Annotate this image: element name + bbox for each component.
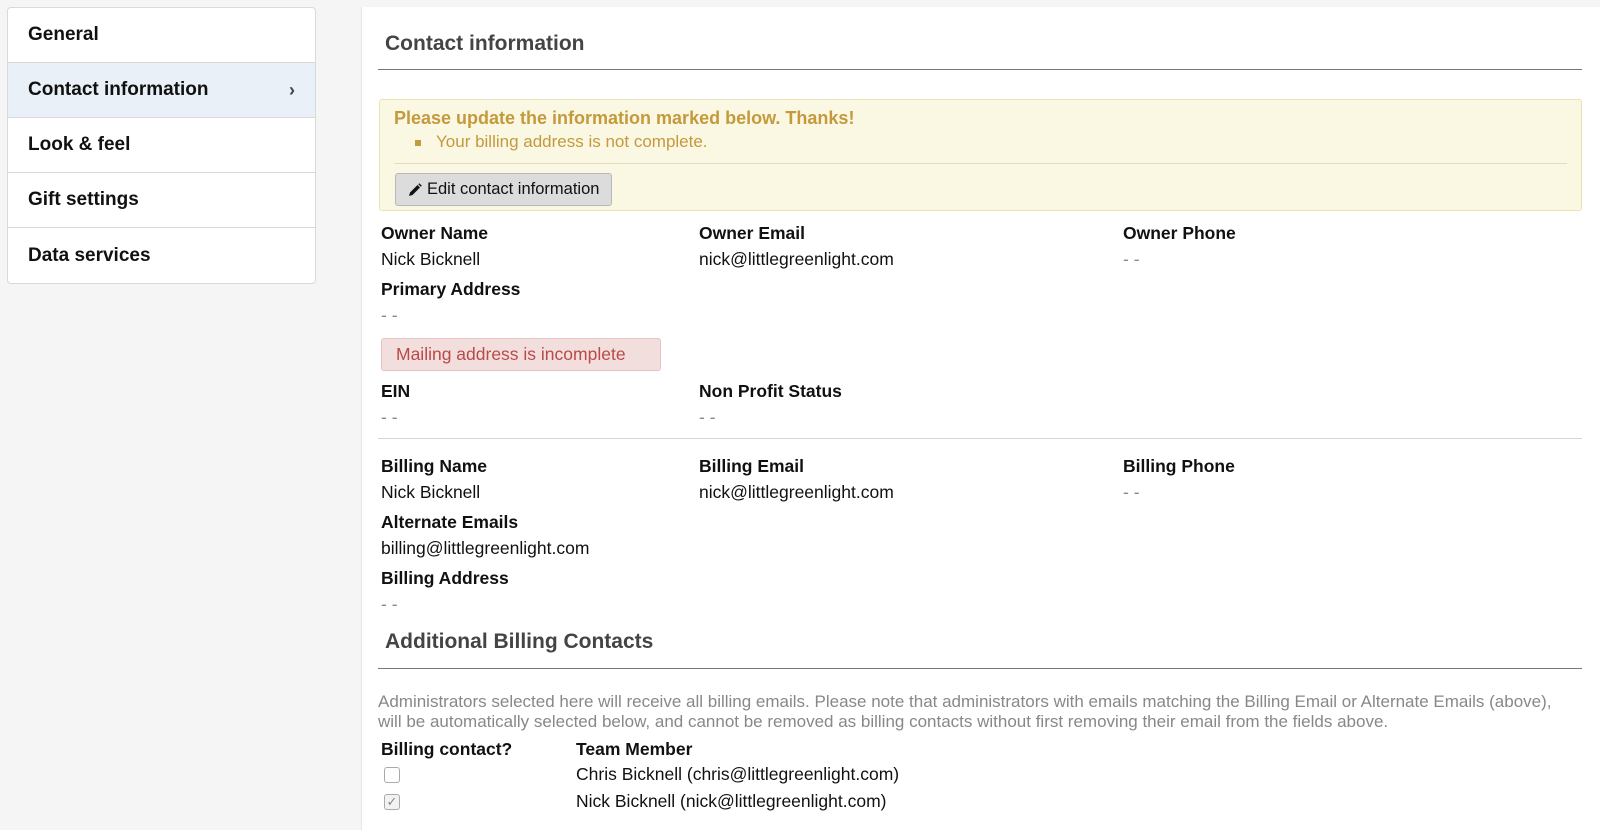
nonprofit-status-value: - - — [699, 407, 716, 427]
edit-contact-information-button[interactable]: Edit contact information — [395, 173, 613, 206]
ein-label: EIN — [381, 381, 411, 401]
billing-name-label: Billing Name — [381, 456, 487, 476]
sidebar-item-look-and-feel[interactable]: Look & feel — [8, 118, 315, 173]
additional-billing-contacts-title: Additional Billing Contacts — [385, 630, 654, 653]
billing-email-value: nick@littlegreenlight.com — [699, 482, 894, 502]
chevron-right-icon: › — [289, 79, 295, 100]
owner-email-value: nick@littlegreenlight.com — [699, 249, 894, 269]
warning-alert: Please update the information marked bel… — [379, 99, 1582, 211]
billing-phone-value: - - — [1123, 482, 1140, 502]
section-divider — [378, 438, 1582, 439]
alternate-emails-value: billing@littlegreenlight.com — [381, 538, 590, 558]
pencil-icon — [409, 182, 422, 196]
billing-contact-column-header: Billing contact? — [381, 739, 513, 759]
owner-email-label: Owner Email — [699, 223, 806, 243]
billing-contacts-description: Administrators selected here will receiv… — [378, 692, 1552, 731]
additional-divider — [378, 668, 1582, 669]
sidebar-item-label: Gift settings — [28, 189, 139, 210]
owner-phone-value: - - — [1123, 249, 1140, 269]
sidebar-item-data-services[interactable]: Data services — [8, 228, 315, 283]
page-title: Contact information — [385, 32, 585, 55]
settings-sidebar: General Contact information › Look & fee… — [7, 7, 316, 284]
billing-phone-label: Billing Phone — [1123, 456, 1235, 476]
edit-button-label: Edit contact information — [427, 180, 600, 198]
billing-contact-checkbox[interactable] — [384, 767, 400, 783]
billing-address-value: - - — [381, 594, 398, 614]
ein-value: - - — [381, 407, 398, 427]
billing-contact-checkbox-checked[interactable]: ✓ — [384, 794, 400, 810]
billing-name-value: Nick Bicknell — [381, 482, 481, 502]
sidebar-item-label: Contact information — [28, 79, 209, 100]
address-error-badge: Mailing address is incomplete — [381, 338, 661, 371]
sidebar-item-label: Data services — [28, 244, 151, 266]
alert-item: Your billing address is not complete. — [415, 132, 708, 151]
billing-email-label: Billing Email — [699, 456, 805, 476]
title-divider — [378, 69, 1582, 70]
owner-name-value: Nick Bicknell — [381, 249, 481, 269]
sidebar-item-label: Look & feel — [28, 134, 131, 155]
sidebar-item-label: General — [28, 24, 99, 45]
primary-address-value: - - — [381, 305, 398, 325]
contact-information-panel: Contact information Please update the in… — [361, 7, 1600, 830]
owner-phone-label: Owner Phone — [1123, 223, 1236, 243]
sidebar-item-general[interactable]: General — [8, 8, 315, 63]
sidebar-item-gift-settings[interactable]: Gift settings — [8, 173, 315, 228]
owner-name-label: Owner Name — [381, 223, 488, 243]
team-member-column-header: Team Member — [576, 739, 693, 759]
nonprofit-status-label: Non Profit Status — [699, 381, 842, 401]
team-member-name: Chris Bicknell (chris@littlegreenlight.c… — [576, 764, 900, 784]
alert-title: Please update the information marked bel… — [394, 108, 855, 128]
alert-divider — [394, 163, 1567, 164]
sidebar-item-contact-information[interactable]: Contact information › — [8, 63, 315, 118]
team-member-name: Nick Bicknell (nick@littlegreenlight.com… — [576, 791, 887, 811]
primary-address-label: Primary Address — [381, 279, 521, 299]
alternate-emails-label: Alternate Emails — [381, 512, 519, 532]
billing-address-label: Billing Address — [381, 568, 509, 588]
